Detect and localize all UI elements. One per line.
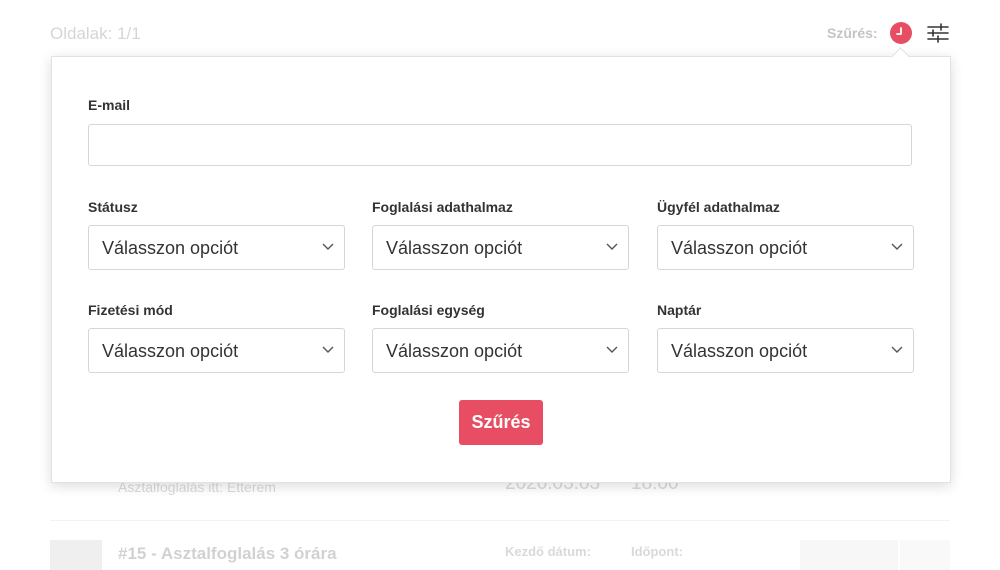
sliders-icon[interactable] <box>926 22 950 44</box>
row-divider <box>50 520 950 521</box>
booking-unit-select-value: Válasszon opciót <box>386 341 523 361</box>
client-dataset-select[interactable]: Válasszon opciót <box>657 225 914 270</box>
pagination-label: Oldalak: 1/1 <box>50 24 141 43</box>
calendar-select-value: Válasszon opciót <box>671 341 808 361</box>
status-select-value: Válasszon opciót <box>102 238 239 258</box>
booking-dataset-select[interactable]: Válasszon opciót <box>372 225 629 270</box>
calendar-select[interactable]: Válasszon opciót <box>657 328 914 373</box>
booking-dataset-label: Foglalási adathalmaz <box>372 199 513 215</box>
booking-thumbnail <box>50 540 102 570</box>
booking-unit-select[interactable]: Válasszon opciót <box>372 328 629 373</box>
booking-row: #15 - Asztalfoglalás 3 órára Kezdő dátum… <box>50 540 950 570</box>
payment-method-label: Fizetési mód <box>88 302 173 318</box>
calendar-label: Naptár <box>657 302 702 318</box>
chevron-down-icon <box>606 243 618 250</box>
view-button <box>800 540 898 570</box>
booking-unit-label: Foglalási egység <box>372 302 485 318</box>
clock-icon[interactable] <box>890 22 912 44</box>
chevron-down-icon <box>606 346 618 353</box>
filter-submit-button[interactable]: Szűrés <box>459 400 543 445</box>
status-select[interactable]: Válasszon opciót <box>88 225 345 270</box>
client-dataset-label: Ügyfél adathalmaz <box>657 199 780 215</box>
time-label: Időpont: <box>631 544 683 559</box>
client-dataset-select-value: Válasszon opciót <box>671 238 808 258</box>
booking-title: #15 - Asztalfoglalás 3 órára <box>118 544 337 563</box>
payment-method-select-value: Válasszon opciót <box>102 341 239 361</box>
email-field[interactable] <box>88 124 912 166</box>
start-date-label: Kezdő dátum: <box>505 544 591 559</box>
payment-method-select[interactable]: Válasszon opciót <box>88 328 345 373</box>
chevron-down-icon <box>322 243 334 250</box>
row-dropdown-button <box>900 540 950 570</box>
chevron-down-icon <box>891 243 903 250</box>
chevron-down-icon <box>322 346 334 353</box>
chevron-down-icon <box>891 346 903 353</box>
filter-panel: E-mail Státusz Válasszon opciót Foglalás… <box>51 56 951 483</box>
status-label: Státusz <box>88 199 138 215</box>
email-label: E-mail <box>88 97 131 113</box>
booking-dataset-select-value: Válasszon opciót <box>386 238 523 258</box>
filter-label: Szűrés: <box>827 25 878 41</box>
